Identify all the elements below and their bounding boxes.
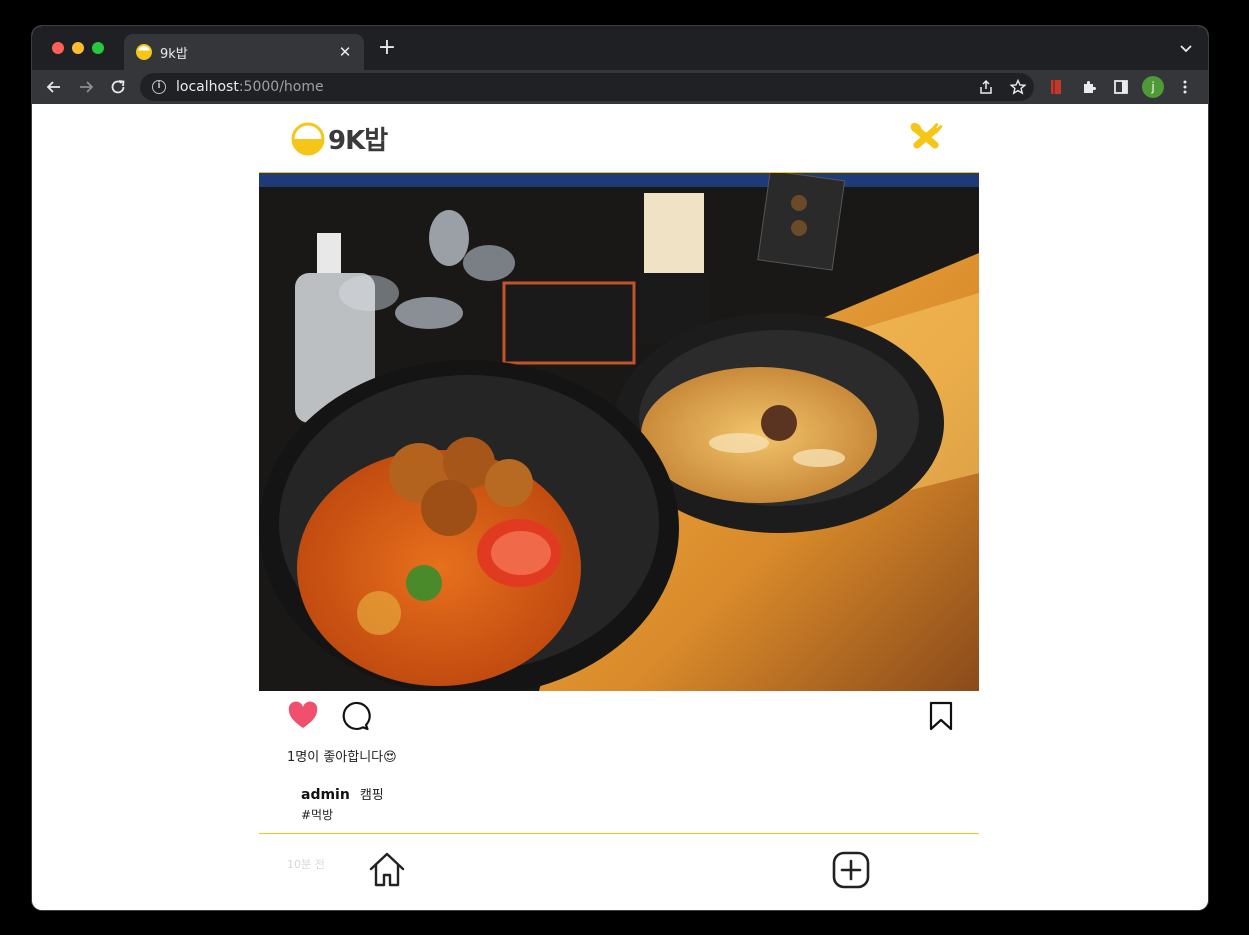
rice-bowl-logo-icon (291, 122, 325, 155)
tab-search-chevron-icon[interactable] (1178, 40, 1194, 56)
profile-avatar[interactable]: j (1142, 76, 1164, 98)
browser-toolbar: i localhost:5000/home j (32, 70, 1208, 104)
caption-text: 캠핑 (359, 788, 384, 803)
reload-icon[interactable] (108, 77, 128, 97)
browser-window: 9k밥 ✕ + i localhost:5000/home j 9K밥 1명이 … (32, 26, 1208, 910)
fork-spoon-icon[interactable] (907, 120, 947, 156)
app-header: 9K밥 (259, 104, 979, 173)
tab-close-icon[interactable]: ✕ (336, 43, 354, 61)
url-text: localhost:5000/home (176, 79, 324, 95)
tab-strip: 9k밥 ✕ + (32, 26, 1208, 70)
post-author[interactable]: admin (301, 787, 350, 803)
feed-container: 9K밥 1명이 좋아합니다😍 admin 캠핑 #먹방 10분 전 (259, 104, 979, 910)
address-bar[interactable]: i localhost:5000/home (140, 73, 1034, 101)
browser-tab[interactable]: 9k밥 ✕ (124, 34, 364, 70)
extensions-puzzle-icon[interactable] (1081, 79, 1097, 95)
logo-text: 9K밥 (328, 126, 388, 156)
back-arrow-icon[interactable] (44, 77, 64, 97)
app-logo[interactable]: 9K밥 (291, 120, 388, 157)
page-viewport: 9K밥 1명이 좋아합니다😍 admin 캠핑 #먹방 10분 전 (32, 104, 1208, 910)
site-info-icon[interactable]: i (152, 80, 166, 94)
zoom-window-button[interactable] (92, 42, 104, 54)
post-timestamp: 10분 전 (287, 858, 325, 871)
side-panel-icon[interactable] (1113, 79, 1129, 95)
bookmark-icon[interactable] (925, 700, 957, 732)
url-path: :5000/home (238, 79, 324, 95)
new-tab-button[interactable]: + (376, 37, 398, 60)
hashtag[interactable]: #먹방 (301, 806, 333, 823)
post-actions (259, 700, 979, 734)
screen: 9k밥 ✕ + i localhost:5000/home j 9K밥 1명이 … (0, 0, 1249, 935)
minimize-window-button[interactable] (72, 42, 84, 54)
home-icon[interactable] (367, 850, 407, 890)
tab-title: 9k밥 (160, 46, 188, 62)
bookmark-star-icon[interactable] (1010, 79, 1026, 95)
extension-book-icon[interactable] (1048, 79, 1064, 95)
bottom-nav: 10분 전 (259, 833, 979, 910)
close-window-button[interactable] (52, 42, 64, 54)
plus-square-icon[interactable] (831, 850, 871, 890)
post-photo[interactable] (259, 173, 979, 691)
url-host: localhost (176, 79, 239, 95)
post-caption: admin 캠핑 (301, 784, 384, 803)
more-vertical-icon[interactable] (1177, 79, 1193, 95)
forward-arrow-icon[interactable] (76, 77, 96, 97)
heart-icon[interactable] (287, 700, 319, 732)
share-icon[interactable] (978, 79, 994, 95)
comment-bubble-icon[interactable] (339, 700, 371, 732)
favicon-icon (136, 44, 152, 60)
likes-count: 1명이 좋아합니다😍 (287, 750, 397, 765)
